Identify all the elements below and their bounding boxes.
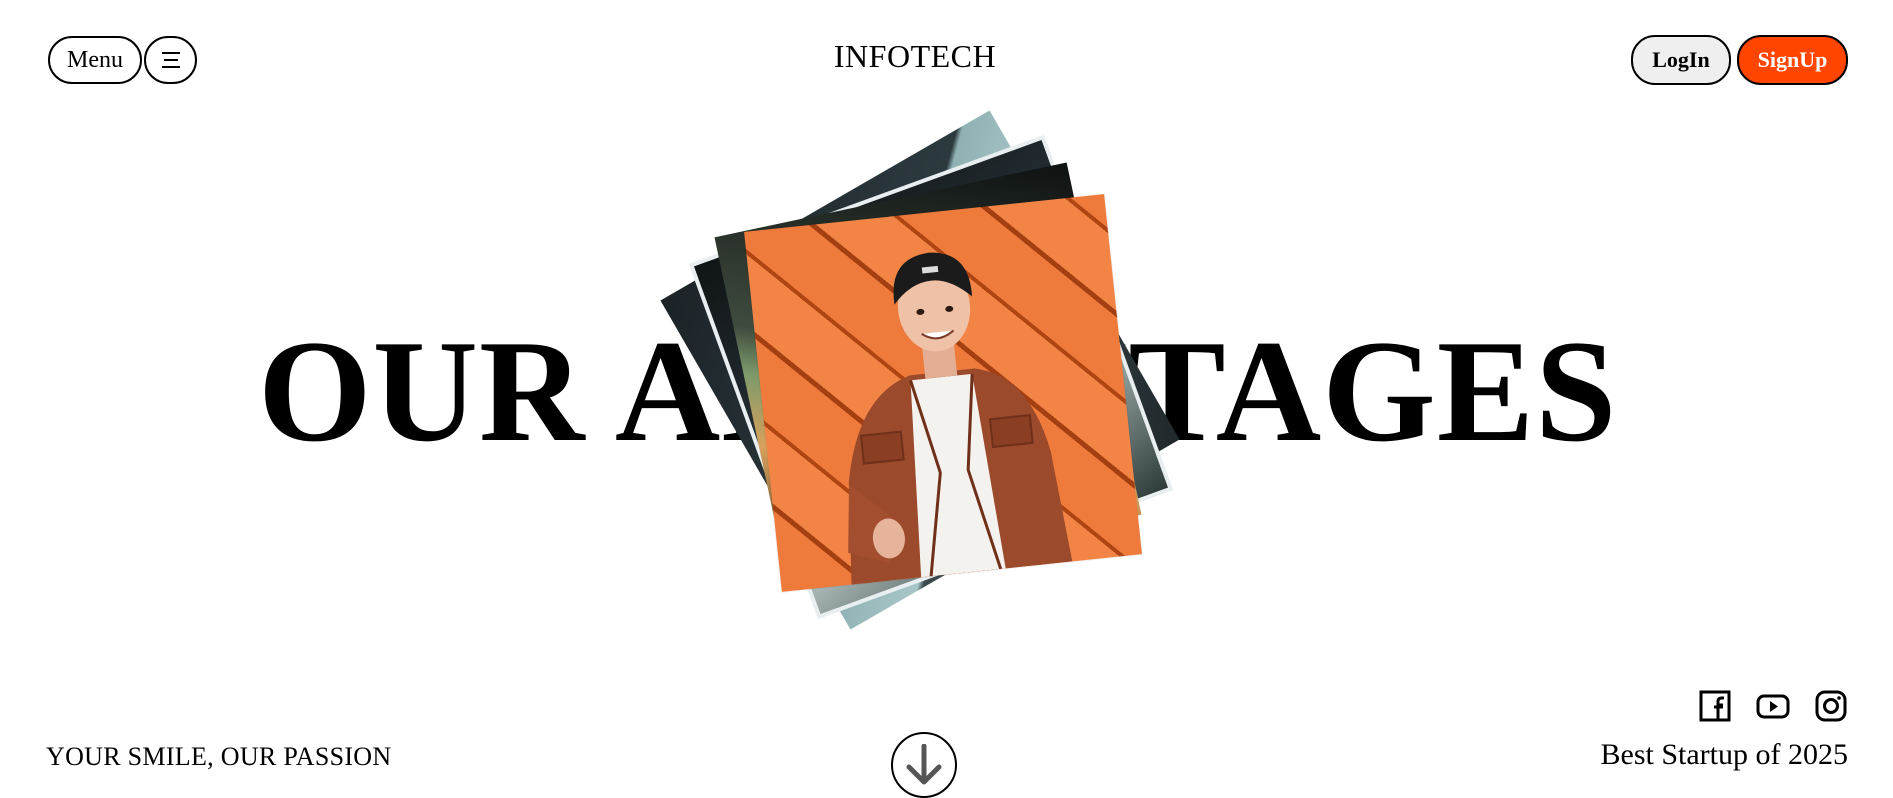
arrow-down-icon xyxy=(906,744,942,785)
award-text: Best Startup of 2025 xyxy=(1600,738,1849,771)
youtube-icon[interactable] xyxy=(1755,688,1791,724)
social-links xyxy=(1697,688,1849,724)
tagline: YOUR SMILE, OUR PASSION xyxy=(46,742,392,771)
brand-logo[interactable]: INFOTECH xyxy=(0,38,1830,75)
instagram-icon[interactable] xyxy=(1813,688,1849,724)
auth-group: LogIn SignUp xyxy=(1631,35,1848,85)
person-illustration xyxy=(848,252,1073,585)
featured-photo xyxy=(744,194,1142,592)
facebook-icon[interactable] xyxy=(1697,688,1733,724)
signup-button[interactable]: SignUp xyxy=(1737,35,1848,85)
scroll-down-button[interactable] xyxy=(891,732,957,798)
login-button[interactable]: LogIn xyxy=(1631,35,1731,85)
